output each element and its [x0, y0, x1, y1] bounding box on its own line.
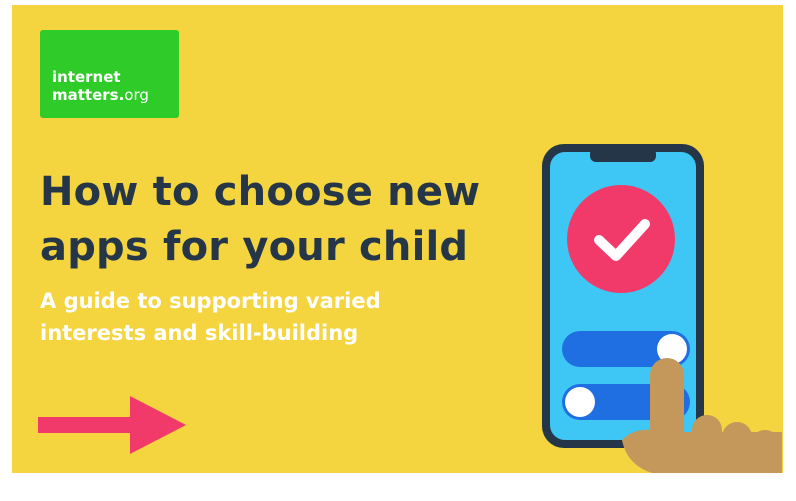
logo-word-org: org: [124, 86, 149, 104]
logo-text-internet: internet: [52, 68, 121, 86]
right-arrow-icon[interactable]: [38, 390, 188, 460]
page-subtitle: A guide to supporting varied interests a…: [40, 289, 381, 345]
hero-banner: internet matters.org How to choose new a…: [12, 5, 783, 473]
checkmark-icon: [567, 185, 675, 293]
internet-matters-logo[interactable]: internet matters.org: [40, 30, 179, 118]
smartphone-illustration: [542, 144, 782, 473]
logo-text-matters: matters.org: [52, 87, 149, 104]
page-title: How to choose new apps for your child: [40, 169, 481, 270]
logo-word-matters: matters: [52, 86, 119, 104]
page-frame: internet matters.org How to choose new a…: [0, 0, 796, 501]
